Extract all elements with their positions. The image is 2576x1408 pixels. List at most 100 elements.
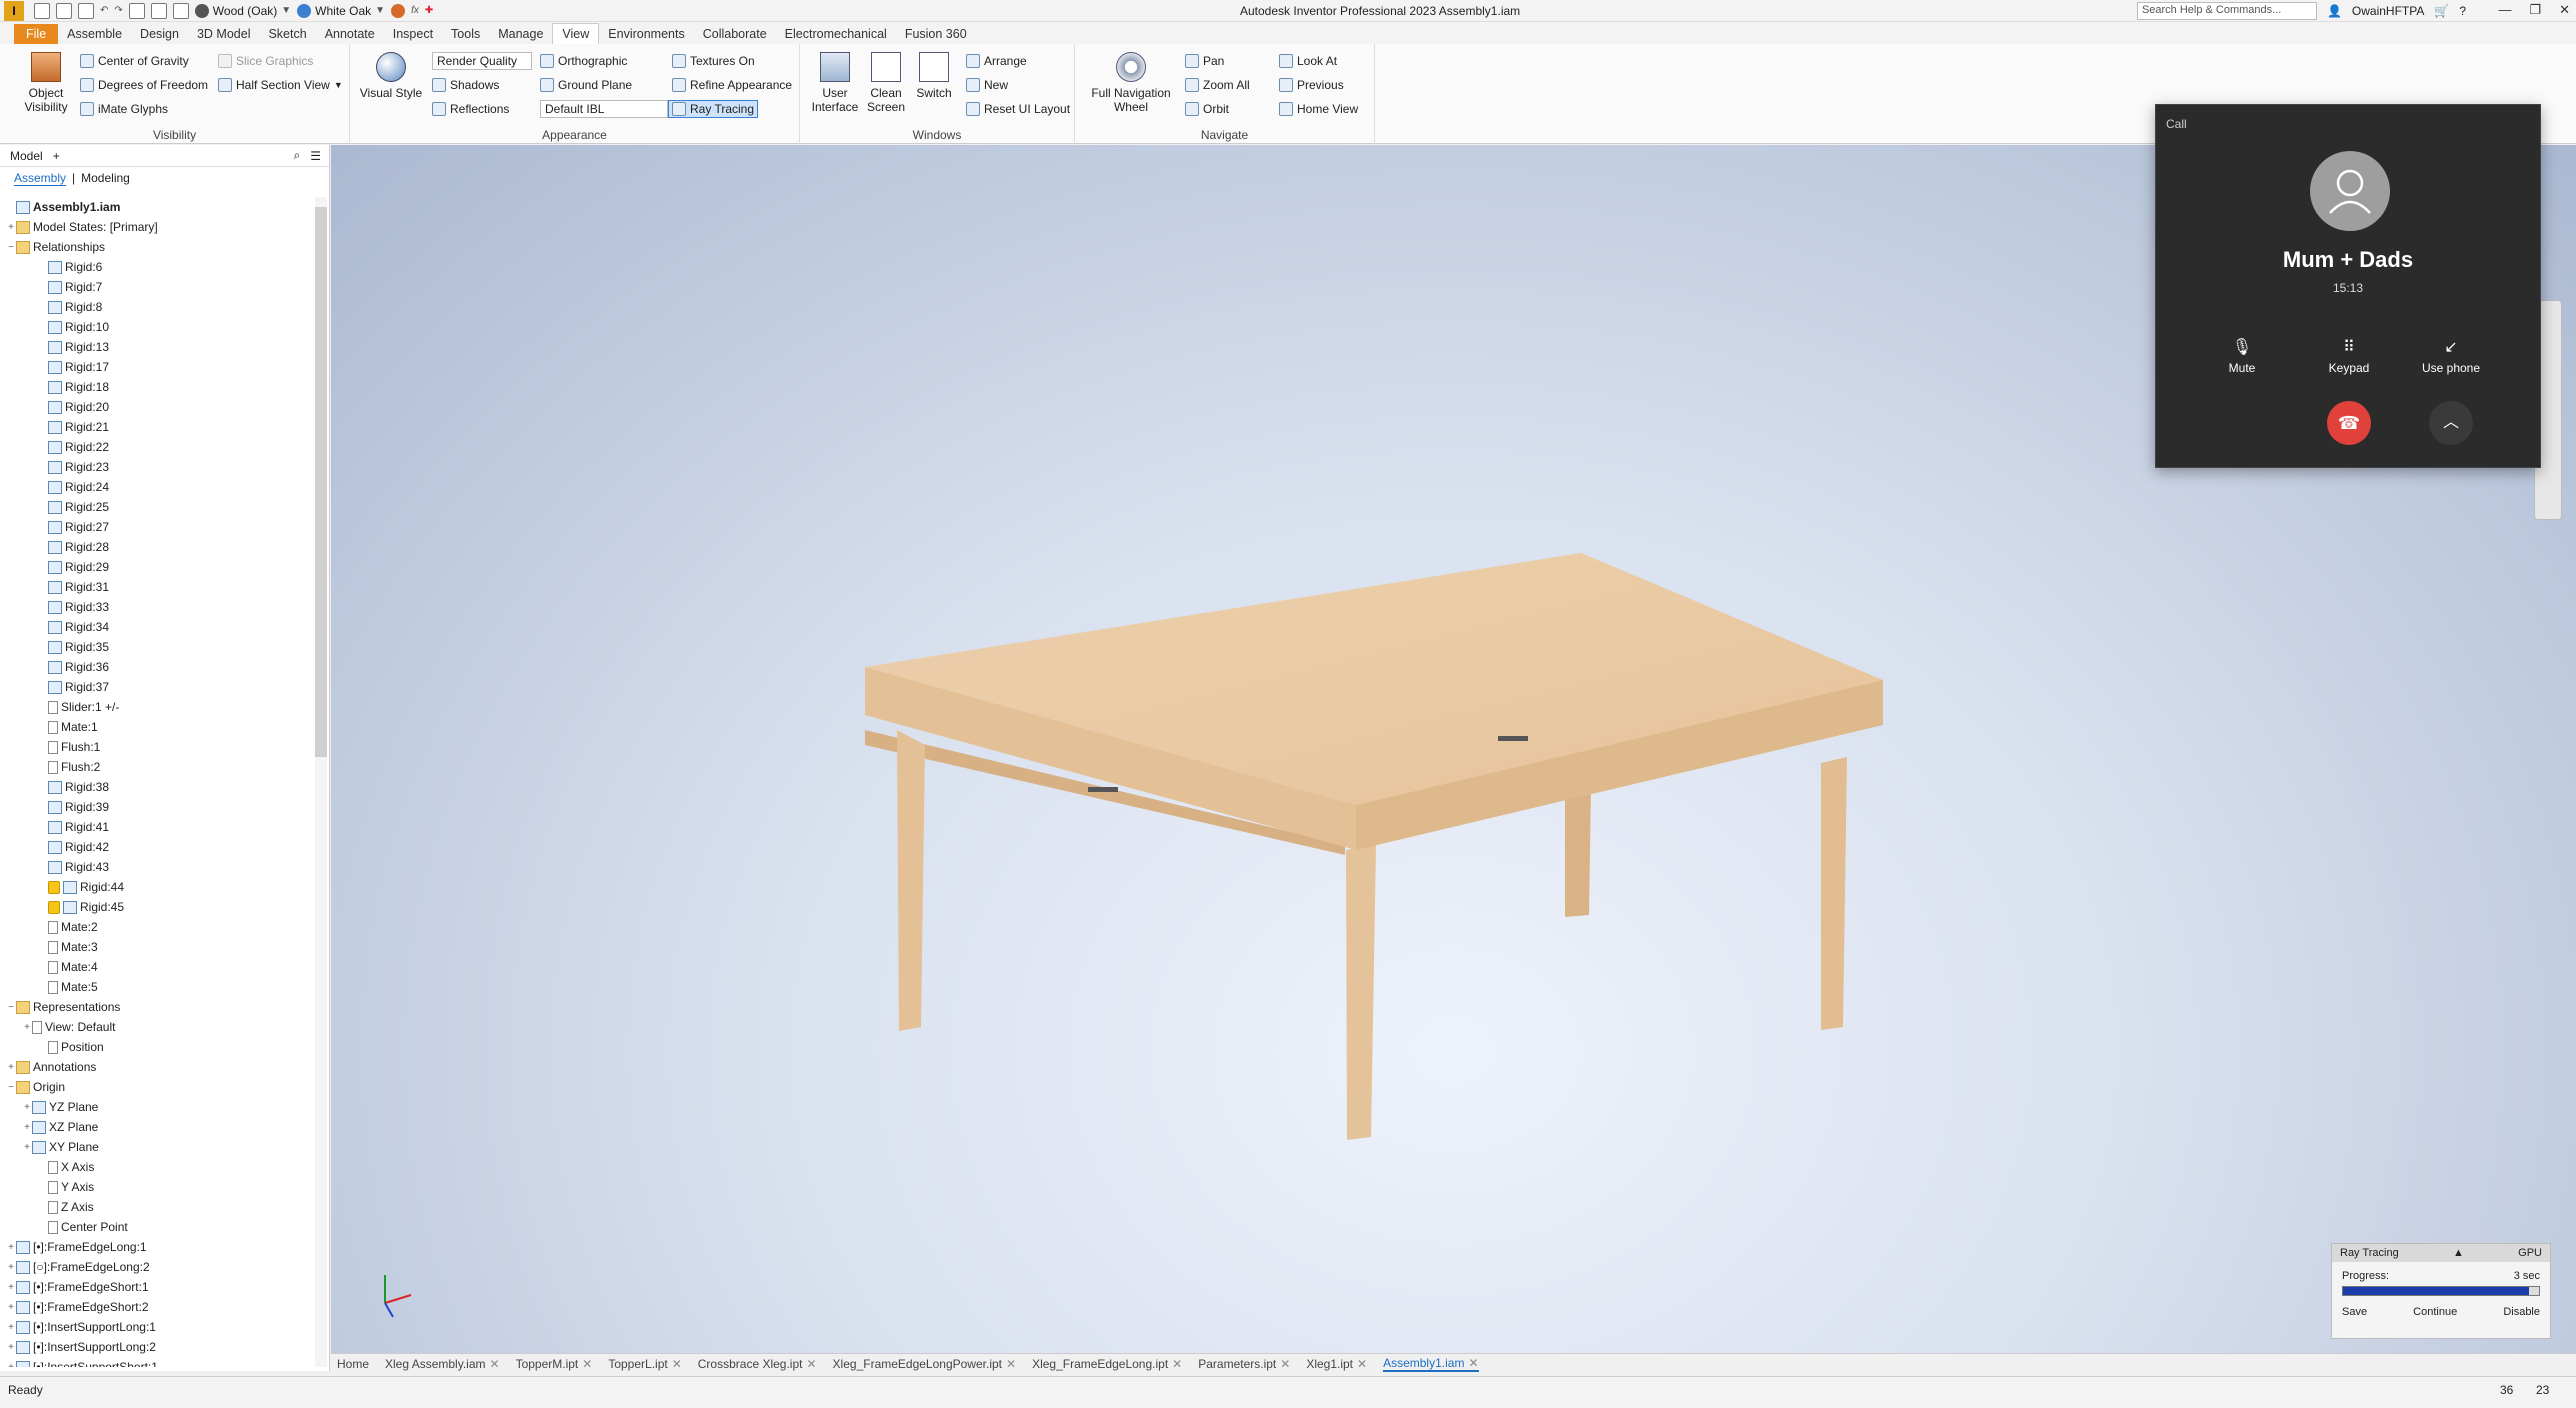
tree-item[interactable]: Rigid:21: [0, 417, 316, 437]
user-interface-button[interactable]: User Interface: [810, 52, 860, 114]
expand-toggle-icon[interactable]: +: [22, 1142, 32, 1153]
add-icon[interactable]: ✚: [425, 5, 433, 16]
expand-toggle-icon[interactable]: +: [6, 1282, 16, 1293]
tree-item[interactable]: + [•]:InsertSupportLong:2: [0, 1337, 316, 1357]
switch-button[interactable]: Switch: [912, 52, 956, 100]
tab-collaborate[interactable]: Collaborate: [694, 24, 776, 44]
tree-item[interactable]: Rigid:41: [0, 817, 316, 837]
refine-appearance-button[interactable]: Refine Appearance: [672, 78, 792, 92]
expand-toggle-icon[interactable]: +: [6, 1302, 16, 1313]
tab-view[interactable]: View: [552, 23, 600, 44]
tree-item[interactable]: Rigid:39: [0, 797, 316, 817]
tree-item[interactable]: Mate:3: [0, 937, 316, 957]
undo-icon[interactable]: ↶: [100, 5, 108, 16]
ibl-select[interactable]: Default IBL: [540, 100, 668, 118]
tree-item[interactable]: + Annotations: [0, 1057, 316, 1077]
home-icon[interactable]: [128, 2, 145, 19]
tree-item[interactable]: Mate:2: [0, 917, 316, 937]
tree-item[interactable]: + [•]:FrameEdgeLong:1: [0, 1237, 316, 1257]
degrees-of-freedom-button[interactable]: Degrees of Freedom: [80, 78, 208, 92]
clean-screen-button[interactable]: Clean Screen: [862, 52, 910, 114]
tree-item[interactable]: Rigid:6: [0, 257, 316, 277]
expand-toggle-icon[interactable]: +: [22, 1122, 32, 1133]
save-button[interactable]: Save: [2342, 1306, 2367, 1318]
tree-item[interactable]: Rigid:20: [0, 397, 316, 417]
tab-electromechanical[interactable]: Electromechanical: [776, 24, 896, 44]
full-navigation-wheel-button[interactable]: Full Navigation Wheel: [1081, 52, 1181, 114]
tree-item[interactable]: Rigid:45: [0, 897, 316, 917]
appearance-select[interactable]: White Oak ▼: [297, 3, 385, 18]
tree-item[interactable]: Z Axis: [0, 1197, 316, 1217]
tree-item[interactable]: Flush:1: [0, 737, 316, 757]
tree-item[interactable]: Mate:5: [0, 977, 316, 997]
tab-environments[interactable]: Environments: [599, 24, 693, 44]
tree-item[interactable]: Rigid:43: [0, 857, 316, 877]
tree-item[interactable]: Rigid:38: [0, 777, 316, 797]
tree-item[interactable]: + [•]:FrameEdgeShort:1: [0, 1277, 316, 1297]
minimize-icon[interactable]: —: [2498, 2, 2511, 18]
inventor-logo-icon[interactable]: I: [4, 0, 24, 21]
reflections-button[interactable]: Reflections: [432, 102, 509, 116]
close-icon[interactable]: ✕: [2559, 2, 2570, 18]
tree-item[interactable]: − Origin: [0, 1077, 316, 1097]
tree-item[interactable]: + XY Plane: [0, 1137, 316, 1157]
cart-icon[interactable]: 🛒: [2434, 4, 2449, 18]
tab-design[interactable]: Design: [131, 24, 188, 44]
browser-scrollbar[interactable]: [315, 197, 327, 1367]
expand-toggle-icon[interactable]: +: [22, 1022, 32, 1033]
expand-toggle-icon[interactable]: −: [6, 242, 16, 253]
document-tab[interactable]: TopperL.ipt ✕: [608, 1357, 681, 1371]
use-phone-button[interactable]: ↙ Use phone: [2406, 337, 2496, 375]
tree-item[interactable]: Rigid:37: [0, 677, 316, 697]
center-of-gravity-button[interactable]: Center of Gravity: [80, 54, 189, 68]
textures-on-button[interactable]: Textures On: [672, 54, 755, 68]
close-icon[interactable]: ✕: [1357, 1357, 1367, 1371]
new-file-icon[interactable]: [34, 2, 50, 19]
arrange-button[interactable]: Arrange: [966, 54, 1027, 68]
user-name[interactable]: OwainHFTPA: [2352, 4, 2424, 18]
fx-icon[interactable]: fx: [411, 5, 419, 16]
expand-toggle-icon[interactable]: +: [6, 222, 16, 233]
restore-icon[interactable]: ❐: [2529, 2, 2541, 18]
tree-item[interactable]: Center Point: [0, 1217, 316, 1237]
chevron-up-icon[interactable]: ▲: [2453, 1247, 2464, 1259]
close-icon[interactable]: ✕: [1468, 1356, 1478, 1370]
expand-button[interactable]: ︿: [2429, 401, 2473, 445]
tree-item[interactable]: Rigid:44: [0, 877, 316, 897]
search-input[interactable]: Search Help & Commands...: [2136, 2, 2317, 20]
tab-3d-model[interactable]: 3D Model: [188, 24, 260, 44]
disable-button[interactable]: Disable: [2503, 1306, 2540, 1318]
tree-item[interactable]: + [•]:InsertSupportShort:1: [0, 1357, 316, 1367]
menu-icon[interactable]: ☰: [310, 149, 321, 163]
search-icon[interactable]: ⌕: [294, 148, 301, 163]
tab-file[interactable]: File: [14, 24, 59, 44]
new-window-button[interactable]: New: [966, 78, 1008, 92]
object-visibility-button[interactable]: Object Visibility: [18, 52, 74, 114]
pan-button[interactable]: Pan: [1185, 54, 1224, 68]
look-at-button[interactable]: Look At: [1279, 54, 1337, 68]
ground-plane-button[interactable]: Ground Plane: [540, 78, 632, 92]
tab-model[interactable]: Model: [10, 149, 43, 163]
expand-toggle-icon[interactable]: +: [6, 1262, 16, 1273]
tree-item[interactable]: + [•]:FrameEdgeShort:2: [0, 1297, 316, 1317]
tree-item[interactable]: Mate:1: [0, 717, 316, 737]
tree-item[interactable]: Rigid:18: [0, 377, 316, 397]
tree-item[interactable]: Rigid:27: [0, 517, 316, 537]
ray-tracing-button[interactable]: Ray Tracing: [668, 100, 759, 118]
close-icon[interactable]: ✕: [490, 1357, 500, 1371]
expand-toggle-icon[interactable]: +: [22, 1102, 32, 1113]
tab-assemble[interactable]: Assemble: [58, 24, 131, 44]
user-icon[interactable]: 👤: [2327, 4, 2342, 18]
close-icon[interactable]: ✕: [1006, 1357, 1016, 1371]
expand-toggle-icon[interactable]: +: [6, 1322, 16, 1333]
tree-item[interactable]: + XZ Plane: [0, 1117, 316, 1137]
document-tab[interactable]: Xleg1.ipt ✕: [1306, 1357, 1367, 1371]
help-icon[interactable]: ?: [2459, 4, 2466, 18]
tree-item[interactable]: Slider:1 +/-: [0, 697, 316, 717]
tree-item[interactable]: Position: [0, 1037, 316, 1057]
tree-item[interactable]: − Relationships: [0, 237, 316, 257]
visual-style-button[interactable]: Visual Style: [356, 52, 426, 100]
select-icon[interactable]: [172, 2, 189, 19]
keypad-button[interactable]: ⠿ Keypad: [2304, 337, 2394, 375]
home-view-button[interactable]: Home View: [1279, 102, 1358, 116]
